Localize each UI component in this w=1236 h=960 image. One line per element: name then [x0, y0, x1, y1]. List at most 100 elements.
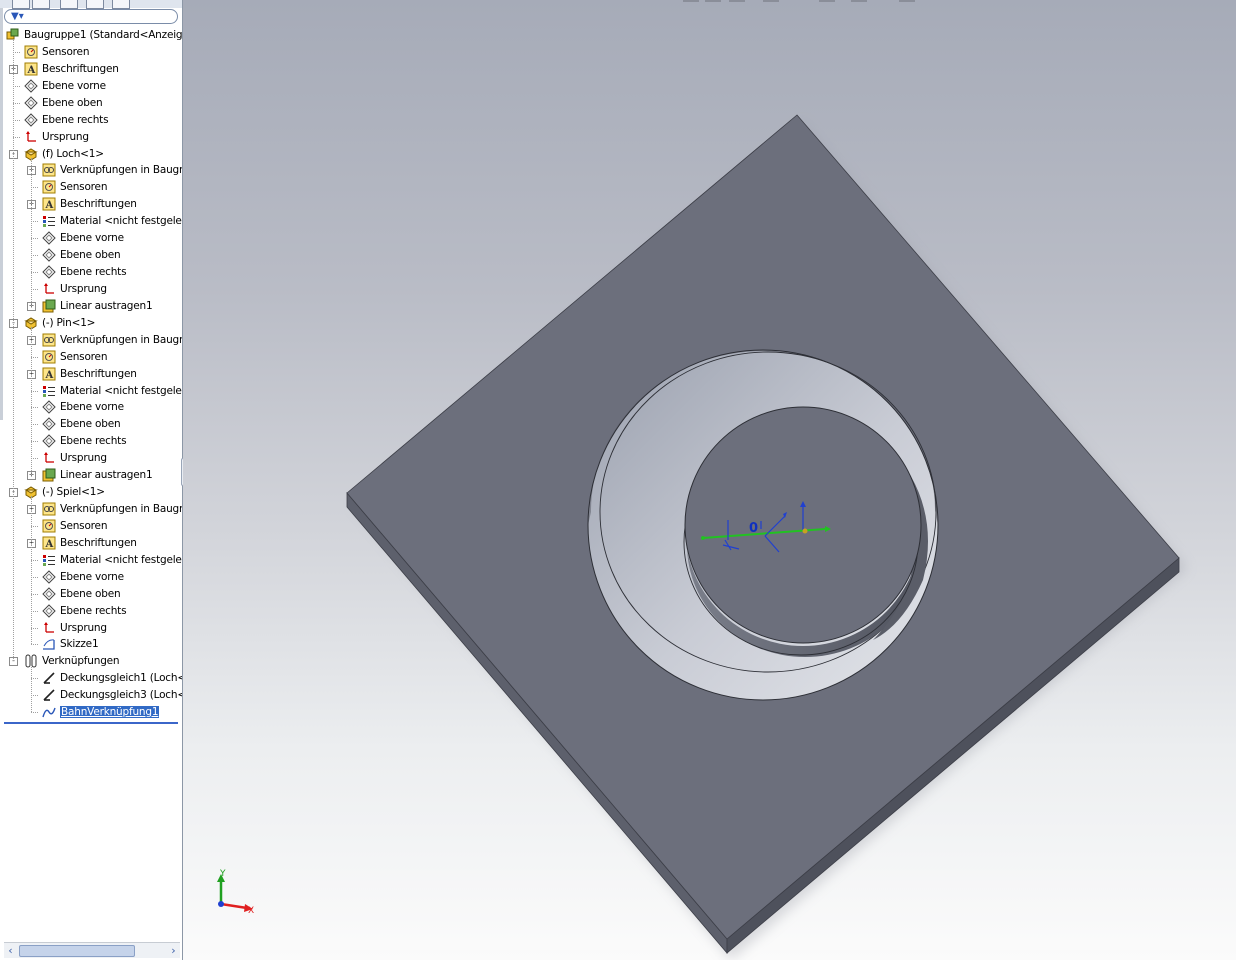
plane-icon: [24, 113, 38, 127]
sketch-icon: [42, 637, 56, 651]
tree-item[interactable]: Deckungsgleich3 (Loch<1>: [0, 687, 182, 704]
svg-text:A: A: [45, 539, 54, 550]
tree-connector: [31, 221, 38, 222]
annotations-icon: A: [24, 62, 38, 76]
tree-item[interactable]: + Verknüpfungen in Baugrup: [0, 501, 182, 518]
tree-connector: [31, 594, 38, 595]
tree-item[interactable]: Ursprung: [0, 620, 180, 637]
graphics-viewport[interactable]: 0 Y X: [183, 0, 1236, 960]
property-manager-tab[interactable]: [32, 0, 50, 9]
plane-icon: [42, 587, 56, 601]
tree-item-label: Verknüpfungen: [42, 655, 120, 667]
heads-up-toolbar[interactable]: [683, 0, 915, 2]
tree-item-label: Ebene oben: [60, 418, 121, 430]
tree-item[interactable]: Ebene oben: [0, 247, 180, 264]
tree-item-label: Baugruppe1 (Standard<Anzeiges: [24, 29, 183, 41]
plane-icon: [42, 400, 56, 414]
tree-item[interactable]: Ebene rechts: [0, 112, 180, 129]
tree-item-label: Ebene rechts: [60, 435, 127, 447]
tree-item[interactable]: - Verknüpfungen: [0, 653, 180, 670]
tree-item[interactable]: Ebene vorne: [0, 230, 180, 247]
tree-item[interactable]: BahnVerknüpfung1: [0, 704, 180, 721]
tree-item-label: Ursprung: [60, 452, 107, 464]
tree-item[interactable]: Ebene oben: [0, 95, 180, 112]
tree-item-label: Sensoren: [60, 351, 108, 363]
feature-tree-tab[interactable]: [12, 0, 30, 9]
tree-item[interactable]: Ebene rechts: [0, 264, 180, 281]
origin-icon: [42, 282, 56, 296]
tree-item[interactable]: + Verknüpfungen in Baugrup: [0, 332, 182, 349]
tree-item[interactable]: + Verknüpfungen in Baugrup: [0, 162, 182, 179]
configuration-tab[interactable]: [60, 0, 78, 9]
tree-filter-field[interactable]: ▼▾: [4, 9, 178, 24]
tree-item[interactable]: + A Beschriftungen: [0, 535, 180, 552]
tree-root-assembly[interactable]: Baugruppe1 (Standard<Anzeiges: [0, 27, 183, 44]
tree-item[interactable]: Ursprung: [0, 450, 180, 467]
feature-manager-panel: ▼▾ Baugruppe1 (Standard<Anzeiges Sensoren…: [0, 0, 183, 960]
tree-connector: [31, 577, 38, 578]
tree-connector: [31, 407, 38, 408]
tree-item[interactable]: - (f) Loch<1>: [0, 146, 180, 163]
tree-item[interactable]: Ebene rechts: [0, 433, 180, 450]
filter-funnel-icon[interactable]: ▼▾: [11, 11, 24, 22]
dimxpert-tab[interactable]: [86, 0, 104, 9]
tree-item[interactable]: Ebene vorne: [0, 569, 180, 586]
tree-connector: [31, 695, 38, 696]
tree-item[interactable]: Skizze1: [0, 636, 180, 653]
tree-item[interactable]: + Linear austragen1: [0, 467, 180, 484]
tree-item-label: (f) Loch<1>: [42, 148, 104, 160]
tree-item-label: Linear austragen1: [60, 300, 153, 312]
tree-item-label: Deckungsgleich1 (Loch<1>: [60, 672, 182, 684]
tree-horizontal-scrollbar[interactable]: ‹ ›: [4, 942, 180, 958]
material-icon: [42, 553, 56, 567]
tree-item[interactable]: Material <nicht festgelegt: [0, 213, 182, 230]
tree-item[interactable]: Ebene oben: [0, 586, 180, 603]
tree-connector: [31, 496, 32, 644]
display-manager-tab[interactable]: [112, 0, 130, 9]
tree-connector: [31, 272, 38, 273]
plane-icon: [42, 434, 56, 448]
origin-icon: [24, 130, 38, 144]
tree-item[interactable]: Ebene rechts: [0, 603, 180, 620]
tree-item[interactable]: Ursprung: [0, 129, 180, 146]
model-view[interactable]: 0 Y X: [183, 0, 1236, 960]
extrude-icon: [42, 468, 56, 482]
tree-item[interactable]: + A Beschriftungen: [0, 366, 180, 383]
rollback-bar[interactable]: [4, 722, 178, 724]
annotations-icon: A: [42, 197, 56, 211]
tree-item-label: Ebene rechts: [60, 266, 127, 278]
tree-item[interactable]: Deckungsgleich1 (Loch<1>: [0, 670, 182, 687]
tree-connector: [31, 238, 38, 239]
tree-item-label: Linear austragen1: [60, 469, 153, 481]
scroll-thumb[interactable]: [19, 945, 135, 957]
tree-item[interactable]: + A Beschriftungen: [0, 196, 180, 213]
coincident-mate-icon: [42, 671, 56, 685]
tree-item[interactable]: Ebene vorne: [0, 399, 180, 416]
tree-item[interactable]: Sensoren: [0, 518, 180, 535]
tree-item[interactable]: Ursprung: [0, 281, 180, 298]
tree-item[interactable]: Sensoren: [0, 179, 180, 196]
tree-item-label: Beschriftungen: [42, 63, 119, 75]
scroll-left-arrow-icon[interactable]: ‹: [4, 944, 17, 957]
tree-connector: [31, 357, 38, 358]
tree-item[interactable]: Sensoren: [0, 349, 180, 366]
tree-item-label: Ebene vorne: [60, 401, 124, 413]
tree-item[interactable]: Ebene oben: [0, 416, 180, 433]
tree-item[interactable]: Ebene vorne: [0, 78, 180, 95]
tree-item-label: (-) Pin<1>: [42, 317, 96, 329]
svg-text:A: A: [45, 370, 54, 381]
tree-item-label: (-) Spiel<1>: [42, 486, 105, 498]
tree-item-label: Ebene oben: [60, 588, 121, 600]
tree-connector: [13, 103, 20, 104]
tree-item[interactable]: Material <nicht festgelegt: [0, 552, 182, 569]
tree-item[interactable]: + Linear austragen1: [0, 298, 180, 315]
tree-item[interactable]: - (-) Pin<1>: [0, 315, 180, 332]
tree-item[interactable]: + A Beschriftungen: [0, 61, 180, 78]
tree-connector: [13, 120, 20, 121]
tree-connector: [13, 86, 20, 87]
tree-item[interactable]: Material <nicht festgelegt: [0, 383, 182, 400]
tree-item-label: Sensoren: [42, 46, 90, 58]
tree-item[interactable]: Sensoren: [0, 44, 180, 61]
scroll-right-arrow-icon[interactable]: ›: [167, 944, 180, 957]
tree-item[interactable]: - (-) Spiel<1>: [0, 484, 180, 501]
